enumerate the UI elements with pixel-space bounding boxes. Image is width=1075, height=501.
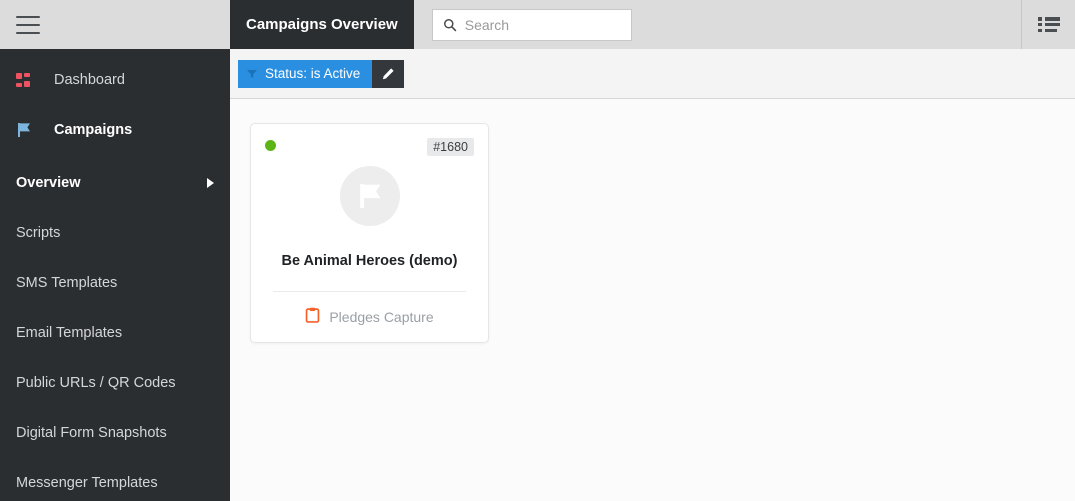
sidebar-item-overview[interactable]: Overview: [0, 158, 230, 208]
sidebar-item-email-templates[interactable]: Email Templates: [0, 308, 230, 358]
clipboard-icon: [305, 307, 320, 328]
sidebar-item-label: SMS Templates: [16, 275, 118, 291]
card-footer-label: Pledges Capture: [329, 309, 434, 325]
sidebar-item-scripts[interactable]: Scripts: [0, 208, 230, 258]
sidebar-item-campaigns[interactable]: Campaigns: [0, 105, 230, 155]
campaign-cards-container: #1680 Be Animal Heroes (demo) Pledges Ca…: [230, 99, 1075, 501]
card-avatar-wrapper: [265, 166, 474, 226]
sidebar-item-dashboard[interactable]: Dashboard: [0, 55, 230, 105]
sidebar: Dashboard Campaigns Overview Scripts SMS…: [0, 0, 230, 501]
avatar: [339, 166, 400, 226]
sidebar-item-sms-templates[interactable]: SMS Templates: [0, 258, 230, 308]
main-area: Campaigns Overview Search Status: is Act…: [230, 0, 1075, 501]
sidebar-item-label: Overview: [16, 175, 81, 191]
sidebar-item-label: Email Templates: [16, 325, 123, 341]
caret-right-icon: [207, 178, 214, 188]
flag-icon: [16, 122, 44, 138]
filter-toolbar: Status: is Active: [230, 49, 1075, 99]
hamburger-bar: [16, 15, 40, 18]
filter-chip-group: Status: is Active: [238, 59, 405, 88]
page-title: Campaigns Overview: [230, 0, 414, 49]
search-input[interactable]: [464, 16, 621, 33]
sidebar-item-messenger-templates[interactable]: Messenger Templates: [0, 458, 230, 501]
search-container: [414, 0, 632, 49]
sidebar-item-label: Scripts: [16, 225, 61, 241]
campaign-card[interactable]: #1680 Be Animal Heroes (demo) Pledges Ca…: [250, 123, 489, 343]
filter-chip-status[interactable]: Status: is Active: [238, 59, 373, 88]
grid-icon: [16, 73, 44, 87]
sidebar-item-label: Messenger Templates: [16, 475, 158, 491]
top-header: Campaigns Overview: [230, 0, 1075, 49]
filter-edit-button[interactable]: [372, 59, 405, 88]
search-box[interactable]: [431, 8, 632, 41]
sidebar-main-nav: Dashboard Campaigns: [0, 49, 230, 155]
card-footer-action[interactable]: Pledges Capture: [265, 292, 474, 342]
hamburger-bar: [16, 23, 40, 26]
status-indicator-dot: [265, 140, 276, 151]
sidebar-item-label: Public URLs / QR Codes: [16, 375, 176, 391]
hamburger-bar: [16, 31, 40, 34]
pencil-icon: [383, 67, 394, 79]
card-header: #1680: [265, 138, 474, 158]
header-spacer: [632, 0, 1021, 49]
sidebar-item-label: Digital Form Snapshots: [16, 425, 167, 441]
view-toggle-button[interactable]: [1021, 0, 1075, 49]
flag-icon: [359, 184, 380, 208]
sidebar-sub-nav: Overview Scripts SMS Templates Email Tem…: [0, 158, 230, 501]
sidebar-item-label: Dashboard: [54, 72, 125, 88]
sidebar-item-public-urls-qr-codes[interactable]: Public URLs / QR Codes: [0, 358, 230, 408]
hamburger-icon[interactable]: [16, 15, 40, 34]
list-view-icon: [1037, 17, 1060, 32]
sidebar-item-label: Campaigns: [54, 122, 133, 138]
funnel-icon: [246, 68, 258, 80]
app-root: Dashboard Campaigns Overview Scripts SMS…: [0, 0, 1075, 501]
search-icon: [443, 18, 456, 31]
campaign-title: Be Animal Heroes (demo): [281, 253, 458, 269]
sidebar-header: [0, 0, 230, 49]
sidebar-item-digital-form-snapshots[interactable]: Digital Form Snapshots: [0, 408, 230, 458]
campaign-id-badge: #1680: [427, 138, 474, 156]
filter-chip-label: Status: is Active: [265, 66, 361, 81]
